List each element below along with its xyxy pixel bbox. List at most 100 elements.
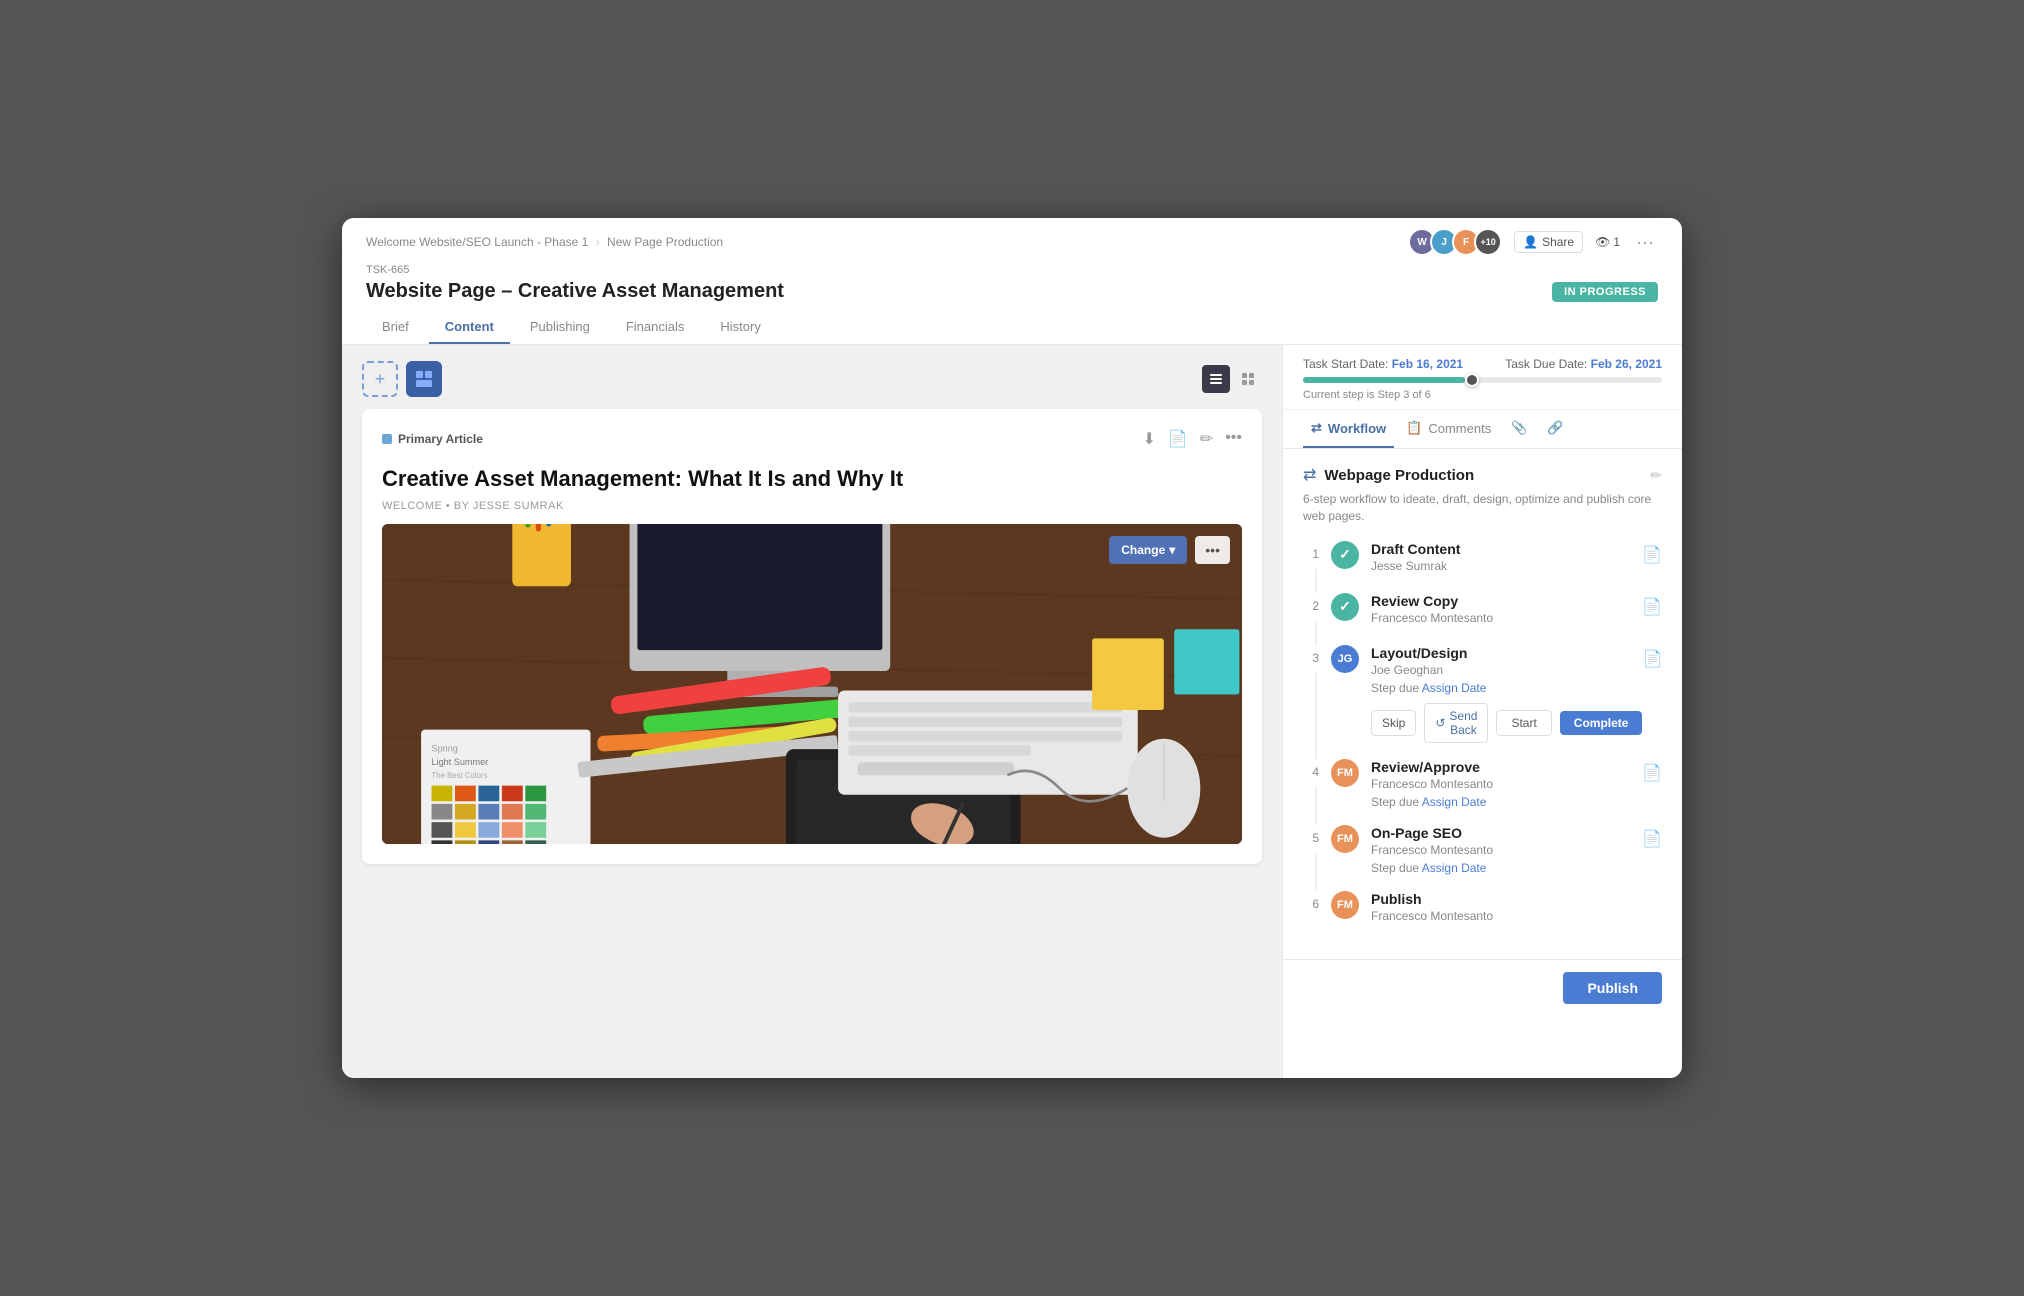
download-icon[interactable]: ⬇ bbox=[1142, 429, 1155, 449]
step-content-2: Review Copy Francesco Montesanto bbox=[1371, 593, 1642, 629]
tab-financials[interactable]: Financials bbox=[610, 311, 701, 344]
workflow-step-2: 2 ✓ Review Copy Francesco Montesanto 📄 bbox=[1303, 593, 1662, 629]
primary-label: Primary Article bbox=[382, 432, 483, 446]
doc-icon[interactable]: 📄 bbox=[1168, 429, 1188, 449]
step-due-label-4: Step due bbox=[1371, 795, 1422, 809]
article-byline: WELCOME • BY JESSE SUMRAK bbox=[382, 500, 1242, 512]
links-tab-icon: 🔗 bbox=[1547, 420, 1563, 436]
assign-date-link-3[interactable]: Assign Date bbox=[1422, 681, 1487, 695]
top-right-actions: W J F +10 👤 Share 👁 1 ··· bbox=[1408, 228, 1658, 256]
workflow-icon: ⇄ bbox=[1303, 465, 1316, 485]
start-date: Task Start Date: Feb 16, 2021 bbox=[1303, 357, 1463, 371]
task-title-row: Website Page – Creative Asset Management… bbox=[366, 280, 1658, 303]
step-avatar-6: FM bbox=[1331, 891, 1359, 919]
step-due-3: Step due Assign Date bbox=[1371, 681, 1642, 695]
step-content-4: Review/Approve Francesco Montesanto Step… bbox=[1371, 759, 1642, 809]
article-label-row: Primary Article ⬇ 📄 ✏ ••• bbox=[382, 429, 1242, 449]
complete-button[interactable]: Complete bbox=[1560, 711, 1643, 735]
breadcrumb: Welcome Website/SEO Launch - Phase 1 › N… bbox=[366, 235, 723, 249]
refresh-icon: ↺ bbox=[1435, 716, 1445, 730]
step-row-6: Publish Francesco Montesanto bbox=[1371, 891, 1662, 927]
share-button[interactable]: 👤 Share bbox=[1514, 231, 1583, 253]
edit-icon[interactable]: ✏ bbox=[1200, 429, 1213, 449]
step-doc-icon-1[interactable]: 📄 bbox=[1642, 545, 1662, 565]
step-check-1: ✓ bbox=[1331, 541, 1359, 569]
article-heading: Creative Asset Management: What It Is an… bbox=[382, 465, 1242, 494]
step-assignee-3: Joe Geoghan bbox=[1371, 663, 1642, 677]
step-connector-5 bbox=[1315, 853, 1317, 891]
workflow-section: ⇄ Webpage Production ✏ 6-step workflow t… bbox=[1283, 449, 1682, 959]
workflow-step-4: 4 FM Review/Approve Francesco Montesanto… bbox=[1303, 759, 1662, 809]
article-actions: ⬇ 📄 ✏ ••• bbox=[1142, 429, 1242, 449]
chevron-down-icon: ▾ bbox=[1169, 543, 1175, 557]
breadcrumb-part1[interactable]: Welcome Website/SEO Launch - Phase 1 bbox=[366, 235, 588, 249]
step-check-2: ✓ bbox=[1331, 593, 1359, 621]
avatars: W J F +10 bbox=[1408, 228, 1502, 256]
template-button[interactable] bbox=[406, 361, 442, 397]
tab-brief[interactable]: Brief bbox=[366, 311, 425, 344]
progress-dot bbox=[1465, 373, 1479, 387]
sidebar-tab-workflow[interactable]: ⇄ Workflow bbox=[1303, 410, 1394, 448]
skip-button[interactable]: Skip bbox=[1371, 710, 1416, 736]
start-button[interactable]: Start bbox=[1496, 710, 1551, 736]
change-image-button[interactable]: Change ▾ bbox=[1109, 536, 1187, 564]
step-due-label-5: Step due bbox=[1371, 861, 1422, 875]
dates-row: Task Start Date: Feb 16, 2021 Task Due D… bbox=[1303, 357, 1662, 371]
step-number-1: 1 bbox=[1303, 547, 1319, 561]
grid-view-button[interactable] bbox=[1234, 365, 1262, 393]
step-number-6: 6 bbox=[1303, 897, 1319, 911]
send-back-label: Send Back bbox=[1449, 709, 1477, 737]
sidebar-tab-comments[interactable]: 📋 Comments bbox=[1398, 410, 1499, 448]
step-doc-icon-5[interactable]: 📄 bbox=[1642, 829, 1662, 849]
content-area: + bbox=[342, 345, 1282, 1078]
step-content-5: On-Page SEO Francesco Montesanto Step du… bbox=[1371, 825, 1642, 875]
step-avatar-5: FM bbox=[1331, 825, 1359, 853]
assign-date-link-4[interactable]: Assign Date bbox=[1422, 795, 1487, 809]
step-connector-4 bbox=[1315, 787, 1317, 825]
top-bar: Welcome Website/SEO Launch - Phase 1 › N… bbox=[342, 218, 1682, 345]
step-content-6: Publish Francesco Montesanto bbox=[1371, 891, 1662, 927]
step-due-5: Step due Assign Date bbox=[1371, 861, 1642, 875]
view-count[interactable]: 👁 1 bbox=[1595, 235, 1620, 249]
article-more-icon[interactable]: ••• bbox=[1225, 429, 1242, 449]
step-doc-icon-4[interactable]: 📄 bbox=[1642, 763, 1662, 783]
assign-date-link-5[interactable]: Assign Date bbox=[1422, 861, 1487, 875]
task-id: TSK-665 bbox=[366, 264, 1658, 276]
share-label: Share bbox=[1542, 235, 1574, 249]
step-assignee-5: Francesco Montesanto bbox=[1371, 843, 1642, 857]
breadcrumb-part2[interactable]: New Page Production bbox=[607, 235, 723, 249]
progress-fill bbox=[1303, 377, 1465, 383]
step-title-2: Review Copy bbox=[1371, 593, 1642, 609]
sidebar-tab-links[interactable]: 🔗 bbox=[1539, 410, 1571, 448]
checkmark-icon-1: ✓ bbox=[1339, 546, 1351, 563]
list-view-button[interactable] bbox=[1202, 365, 1230, 393]
step-content-1: Draft Content Jesse Sumrak bbox=[1371, 541, 1642, 577]
svg-text:The Best Colors: The Best Colors bbox=[432, 770, 488, 779]
tab-history[interactable]: History bbox=[704, 311, 776, 344]
step-due-label-3: Step due bbox=[1371, 681, 1422, 695]
image-more-button[interactable]: ••• bbox=[1195, 536, 1230, 564]
tab-content[interactable]: Content bbox=[429, 311, 510, 344]
edit-workflow-button[interactable]: ✏ bbox=[1650, 467, 1662, 484]
publish-button[interactable]: Publish bbox=[1563, 972, 1662, 1004]
svg-text:Light Summer: Light Summer bbox=[432, 756, 489, 766]
step-doc-icon-3[interactable]: 📄 bbox=[1642, 649, 1662, 669]
add-content-button[interactable]: + bbox=[362, 361, 398, 397]
workflow-title-row: ⇄ Webpage Production bbox=[1303, 465, 1474, 485]
template-icon bbox=[414, 369, 434, 389]
step-avatar-4: FM bbox=[1331, 759, 1359, 787]
step-doc-icon-2[interactable]: 📄 bbox=[1642, 597, 1662, 617]
article-image: Spring Light Summer The Best Colors bbox=[382, 524, 1242, 844]
step-number-4: 4 bbox=[1303, 765, 1319, 779]
grid-view-icon bbox=[1240, 371, 1256, 387]
more-button[interactable]: ··· bbox=[1632, 232, 1658, 253]
step-assignee-4: Francesco Montesanto bbox=[1371, 777, 1642, 791]
tab-publishing[interactable]: Publishing bbox=[514, 311, 606, 344]
send-back-button[interactable]: ↺ Send Back bbox=[1424, 703, 1488, 743]
primary-article-label: Primary Article bbox=[398, 432, 483, 446]
main-window: Welcome Website/SEO Launch - Phase 1 › N… bbox=[342, 218, 1682, 1078]
workflow-desc: 6-step workflow to ideate, draft, design… bbox=[1303, 491, 1662, 525]
status-badge: IN PROGRESS bbox=[1552, 282, 1658, 302]
due-date: Task Due Date: Feb 26, 2021 bbox=[1505, 357, 1662, 371]
sidebar-tab-attachments[interactable]: 📎 bbox=[1503, 410, 1535, 448]
